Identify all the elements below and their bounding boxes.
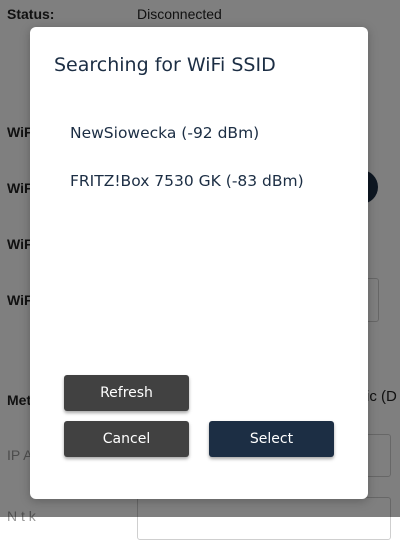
ssid-item-newsiowecka[interactable]: NewSiowecka (-92 dBm) — [70, 121, 304, 169]
cancel-button[interactable]: Cancel — [64, 421, 189, 457]
refresh-button[interactable]: Refresh — [64, 375, 189, 411]
ssid-list: NewSiowecka (-92 dBm) FRITZ!Box 7530 GK … — [70, 121, 304, 217]
wifi-ssid-dialog: Searching for WiFi SSID NewSiowecka (-92… — [30, 27, 368, 499]
dialog-title: Searching for WiFi SSID — [54, 54, 276, 76]
ssid-item-fritzbox[interactable]: FRITZ!Box 7530 GK (-83 dBm) — [70, 169, 304, 217]
select-button[interactable]: Select — [209, 421, 334, 457]
